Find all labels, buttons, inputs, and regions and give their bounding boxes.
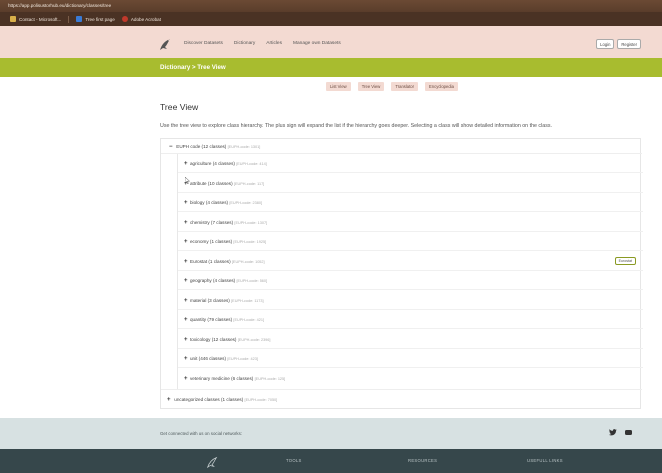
tree-node-label[interactable]: unit (446 classes) <box>190 356 226 361</box>
footer-heading-useful-links: USEFULL LINKS <box>527 458 563 463</box>
bookmark-item[interactable]: Tree first page <box>76 16 115 22</box>
tree-node-label[interactable]: economy (1 classes) <box>190 239 232 244</box>
tree-node-code: [EUPH-code: 117] <box>233 181 265 186</box>
youtube-icon[interactable] <box>625 429 632 439</box>
footer-social-bar: Get connected with us on social networks… <box>0 418 662 449</box>
tab-tree-view[interactable]: Tree View <box>357 82 385 91</box>
mouse-cursor-icon <box>184 171 191 185</box>
tree-root[interactable]: − EUPH code (12 classes) [EUPH-code: 130… <box>161 139 642 154</box>
tree-node-label[interactable]: EUPH code (12 classes) <box>176 144 226 149</box>
tab-list-view[interactable]: List View <box>326 82 351 91</box>
bookmarks-bar: Contact - Microsoft... Tree first page A… <box>0 12 662 26</box>
bookmark-label: Tree first page <box>85 16 115 22</box>
eurostat-button[interactable]: Eurostat <box>614 256 636 265</box>
expand-icon[interactable]: + <box>167 390 173 410</box>
tree-node-label[interactable]: attribute (10 classes) <box>190 181 233 186</box>
tree-node[interactable]: + toxicology (12 classes) [EUPH-code: 239… <box>178 330 643 349</box>
title-bar: Dictionary > Tree View <box>0 58 662 77</box>
tree-node-code: [EUPH-code: 1925] <box>233 240 267 244</box>
tree-node-label[interactable]: Eurostat (1 classes) <box>190 259 231 264</box>
nav-dictionary[interactable]: Dictionary <box>234 38 255 50</box>
tab-encyclopedia[interactable]: Encyclopedia <box>425 82 458 91</box>
tree-node-code: [EUPH-code: 560] <box>236 279 268 283</box>
tree-node-code: [EUPH-code: 1173] <box>231 298 264 303</box>
tree-node[interactable]: + economy (1 classes) [EUPH-code: 1925] <box>178 232 643 251</box>
tree-node[interactable]: + attribute (10 classes) [EUPH-code: 117] <box>178 174 643 193</box>
tree-node-label[interactable]: quantity (79 classes) <box>190 317 232 322</box>
tree-node-uncategorized[interactable]: + uncategorized classes (1 classes) [EUP… <box>161 389 642 409</box>
auth-buttons: Login Register <box>596 39 641 49</box>
twitter-icon[interactable] <box>609 429 617 439</box>
tree-node[interactable]: + chemistry (7 classes) [EUPH-code: 1307] <box>178 213 643 232</box>
tree-node-code: [EUPH-code: 1052] <box>231 259 265 264</box>
tree-node[interactable]: + veterinary medicine (6 classes) [EUPH-c… <box>178 369 643 388</box>
tree-node[interactable]: + quantity (79 classes) [EUPH-code: 421] <box>178 310 643 329</box>
footer-heading-resources: RESOURCES <box>408 458 438 463</box>
breadcrumb: Dictionary > Tree View <box>160 64 226 71</box>
view-tabs: List View Tree View Translator Encyclope… <box>326 82 458 91</box>
tree-node-code: [EUPH-code: 7050] <box>244 398 278 402</box>
tree-node-label[interactable]: chemistry (7 classes) <box>190 220 233 225</box>
bird-logo-icon[interactable] <box>158 36 172 52</box>
tree-node-label[interactable]: veterinary medicine (6 classes) <box>190 376 253 381</box>
tree-node-code: [EUPH-code: 423] <box>227 357 258 361</box>
tree-node-label[interactable]: geography (4 classes) <box>190 278 235 283</box>
tree-node-label[interactable]: material (3 classes) <box>190 298 230 303</box>
footer-links: TOOLS RESOURCES USEFULL LINKS <box>0 449 662 473</box>
register-button[interactable]: Register <box>617 39 641 49</box>
bookmark-item[interactable]: Contact - Microsoft... <box>10 16 61 22</box>
site-header: Discover Datasets Dictionary Articles Ma… <box>0 26 662 62</box>
tree-node-label[interactable]: toxicology (12 classes) <box>190 337 236 342</box>
bookmark-divider <box>68 15 70 23</box>
tree-children: + agriculture (4 classes) [EUPH-code: 414… <box>177 154 643 389</box>
tree-node[interactable]: + agriculture (4 classes) [EUPH-code: 414… <box>178 154 643 173</box>
collapse-icon[interactable]: − <box>169 140 175 155</box>
tree-node-code: [EUPH-code: 1301] <box>227 145 261 149</box>
page-title: Tree View <box>160 102 199 112</box>
tree-node-label[interactable]: biology (4 classes) <box>190 200 228 205</box>
tree-node[interactable]: + unit (446 classes) [EUPH-code: 423] <box>178 349 643 368</box>
tree-node-code: [EUPH-code: 2396] <box>237 337 271 342</box>
bookmark-label: Adobe Acrobat <box>130 16 161 22</box>
bird-logo-icon <box>205 455 219 472</box>
page-description: Use the tree view to explore class hiera… <box>160 123 552 129</box>
bookmark-label: Contact - Microsoft... <box>19 16 62 22</box>
nav-articles[interactable]: Articles <box>266 38 282 50</box>
tree-node-label[interactable]: agriculture (4 classes) <box>190 161 235 166</box>
nav-discover-datasets[interactable]: Discover Datasets <box>184 38 223 50</box>
nav-manage-datasets[interactable]: Manage own Datasets <box>293 38 341 50</box>
bookmark-item[interactable]: Adobe Acrobat <box>121 16 161 22</box>
social-icons <box>609 429 632 439</box>
tree-node[interactable]: + material (3 classes) [EUPH-code: 1173] <box>178 291 643 310</box>
tree-node-code: [EUPH-code: 421] <box>233 318 265 322</box>
tab-translator[interactable]: Translator <box>391 82 419 91</box>
tree-node-code: [EUPH-code: 414] <box>236 162 267 166</box>
login-button[interactable]: Login <box>596 39 615 49</box>
address-bar[interactable]: https://app.polisustorhub.eu/dictionary/… <box>0 0 662 12</box>
tree-node-label[interactable]: uncategorized classes (1 classes) <box>174 397 243 402</box>
folder-icon <box>10 16 16 22</box>
tree-node[interactable]: + biology (4 classes) [EUPH-code: 2380] <box>178 193 643 212</box>
page-icon <box>76 16 83 22</box>
tree-node-code: [EUPH-code: 2380] <box>229 201 263 205</box>
footer-heading-tools: TOOLS <box>286 458 302 463</box>
acrobat-icon <box>121 16 128 22</box>
tree-node-code: [EUPH-code: 125] <box>254 376 286 381</box>
class-tree: − EUPH code (12 classes) [EUPH-code: 130… <box>160 138 643 409</box>
tree-node[interactable]: + geography (4 classes) [EUPH-code: 560] <box>178 271 643 290</box>
tree-node-code: [EUPH-code: 1307] <box>234 220 268 225</box>
social-text: Get connected with us on social networks… <box>160 431 243 436</box>
main-nav: Discover Datasets Dictionary Articles Ma… <box>184 38 341 50</box>
tree-node[interactable]: + Eurostat (1 classes) [EUPH-code: 1052] E… <box>178 252 643 271</box>
